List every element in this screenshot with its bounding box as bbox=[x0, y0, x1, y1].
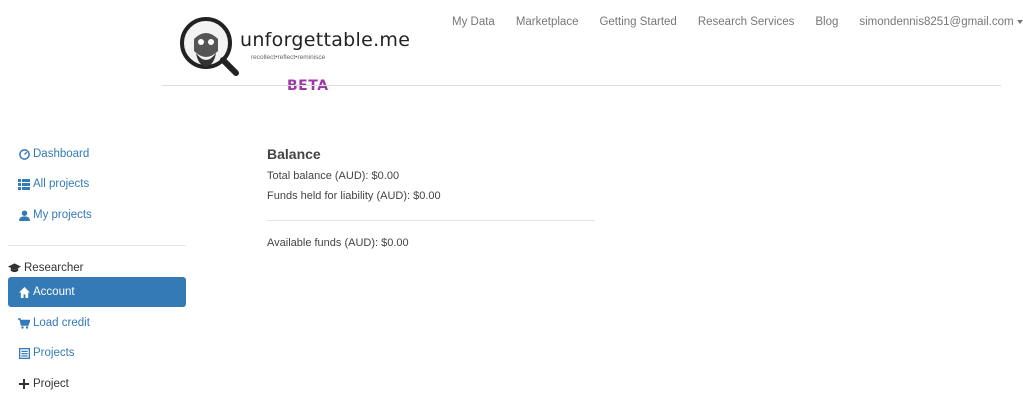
available-funds-text: Available funds (AUD): $0.00 bbox=[267, 237, 409, 249]
top-navigation: My Data Marketplace Getting Started Rese… bbox=[452, 16, 1023, 28]
dashboard-icon bbox=[18, 148, 30, 160]
sidebar-item-label: Account bbox=[33, 286, 75, 298]
total-balance-text: Total balance (AUD): $0.00 bbox=[267, 170, 400, 182]
list-icon bbox=[18, 178, 30, 190]
user-menu[interactable]: simondennis8251@gmail.com bbox=[859, 16, 1023, 28]
sidebar-item-label: Projects bbox=[33, 347, 75, 359]
magnifier-portrait-icon bbox=[180, 17, 239, 76]
plus-icon bbox=[18, 378, 30, 390]
user-email: simondennis8251@gmail.com bbox=[859, 16, 1014, 28]
beta-badge: BETA bbox=[287, 78, 329, 94]
nav-getting-started[interactable]: Getting Started bbox=[599, 16, 676, 28]
balance-panel: Balance Total balance (AUD): $0.00 Funds… bbox=[267, 146, 597, 249]
sidebar-item-load-credit[interactable]: Load credit bbox=[8, 308, 186, 338]
funds-held-text: Funds held for liability (AUD): $0.00 bbox=[267, 190, 441, 202]
caret-down-icon bbox=[1016, 20, 1023, 24]
nav-blog[interactable]: Blog bbox=[815, 16, 838, 28]
page-title: Balance bbox=[267, 146, 321, 162]
balance-divider bbox=[267, 220, 595, 221]
sidebar-item-all-projects[interactable]: All projects bbox=[8, 169, 186, 199]
nav-marketplace[interactable]: Marketplace bbox=[516, 16, 579, 28]
user-icon bbox=[18, 209, 30, 221]
sidebar-item-projects[interactable]: Projects bbox=[8, 338, 186, 368]
sidebar-item-my-projects[interactable]: My projects bbox=[8, 200, 186, 230]
cart-icon bbox=[18, 317, 30, 329]
sidebar-divider bbox=[8, 245, 186, 246]
list-alt-icon bbox=[18, 347, 30, 359]
graduation-cap-icon bbox=[8, 263, 21, 273]
header-divider bbox=[162, 85, 1001, 86]
sidebar-item-label: Load credit bbox=[33, 317, 90, 329]
sidebar-section-researcher: Researcher bbox=[8, 262, 83, 274]
section-title: Researcher bbox=[24, 262, 84, 274]
nav-my-data[interactable]: My Data bbox=[452, 16, 495, 28]
sidebar-item-dashboard[interactable]: Dashboard bbox=[8, 139, 186, 169]
sidebar-item-new-project[interactable]: Project bbox=[8, 369, 186, 399]
sidebar-item-label: Project bbox=[33, 378, 69, 390]
sidebar-item-label: Dashboard bbox=[33, 148, 90, 160]
nav-research-services[interactable]: Research Services bbox=[698, 16, 795, 28]
home-icon bbox=[18, 286, 30, 298]
brand-logo[interactable]: unforgettable.me recollect•reflect•remin… bbox=[176, 13, 410, 95]
sidebar-item-label: All projects bbox=[33, 178, 90, 190]
sidebar-item-account[interactable]: Account bbox=[8, 277, 186, 307]
brand-tagline: recollect•reflect•reminisce bbox=[251, 54, 326, 61]
sidebar-item-label: My projects bbox=[33, 209, 92, 221]
brand-wordmark: unforgettable.me bbox=[240, 29, 411, 51]
